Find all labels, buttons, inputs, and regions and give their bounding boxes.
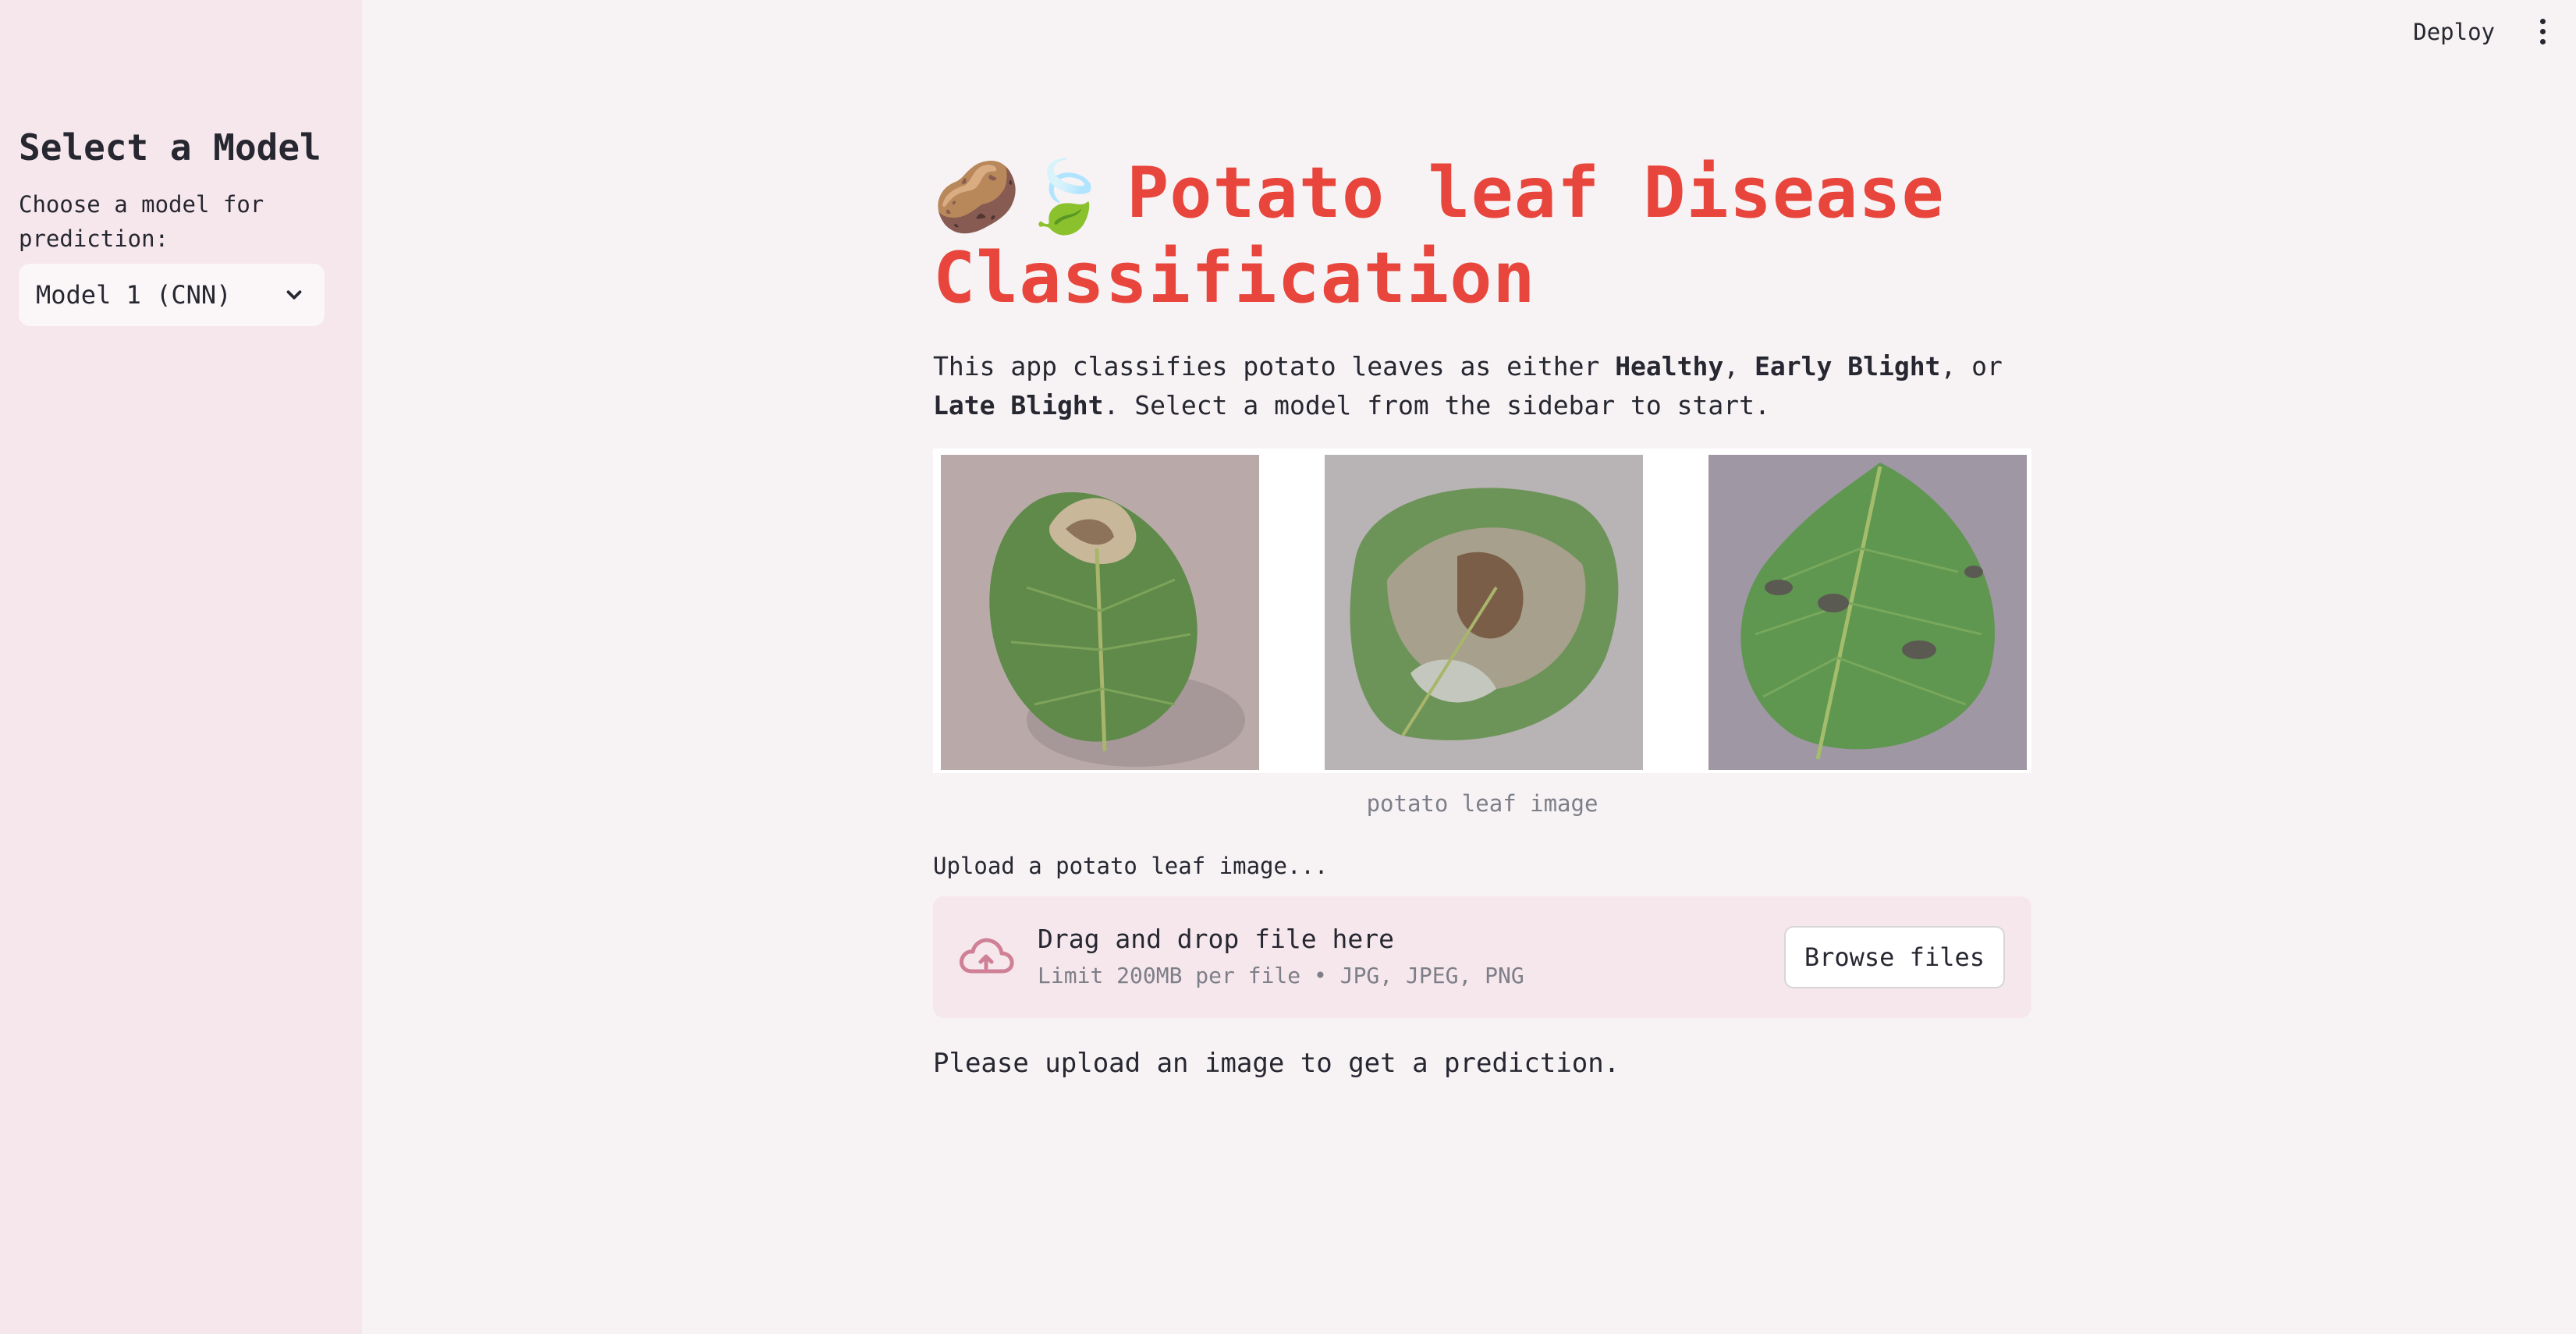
class-late-blight: Late Blight (933, 390, 1104, 421)
leaf-image-2 (1325, 455, 1643, 771)
chevron-down-icon (286, 290, 302, 300)
potato-leaf-emoji: 🥔🍃 (933, 156, 1110, 239)
dropzone-text: Drag and drop file here Limit 200MB per … (1038, 921, 1524, 994)
page-title: 🥔🍃 Potato leaf Disease Classification (933, 152, 2031, 319)
upload-label: Upload a potato leaf image... (933, 853, 1329, 880)
leaf-image-1 (941, 455, 1259, 771)
image-caption: potato leaf image (1366, 790, 1598, 818)
model-select-label: Choose a model for prediction: (19, 191, 264, 252)
cloud-upload-icon (960, 938, 1014, 974)
status-message: Please upload an image to get a predicti… (933, 1048, 1620, 1080)
model-select-value: Model 1 (CNN) (36, 280, 232, 310)
app-description: This app classifies potato leaves as eit… (933, 351, 2003, 421)
sidebar-heading: Select a Model (19, 126, 321, 169)
dropzone-title: Drag and drop file here (1038, 924, 1394, 955)
dropzone-limit: Limit 200MB per file • JPG, JPEG, PNG (1038, 963, 1524, 989)
browse-files-button[interactable]: Browse files (1783, 926, 2005, 989)
vertical-ellipsis-icon[interactable] (2531, 16, 2554, 47)
leaf-image-3 (1708, 455, 2027, 771)
app-root: Select a Model Choose a model for predic… (0, 0, 2576, 1334)
model-select[interactable]: Model 1 (CNN) (19, 264, 325, 326)
sidebar: Select a Model Choose a model for predic… (0, 0, 362, 1334)
main-content: 🥔🍃 Potato leaf Disease Classification Thi… (933, 152, 2031, 1080)
deploy-button[interactable]: Deploy (2408, 16, 2500, 48)
potato-leaf-image (933, 449, 2031, 774)
file-dropzone[interactable]: Drag and drop file here Limit 200MB per … (933, 896, 2031, 1019)
class-healthy: Healthy (1615, 351, 1724, 382)
class-early-blight: Early Blight (1755, 351, 1941, 382)
